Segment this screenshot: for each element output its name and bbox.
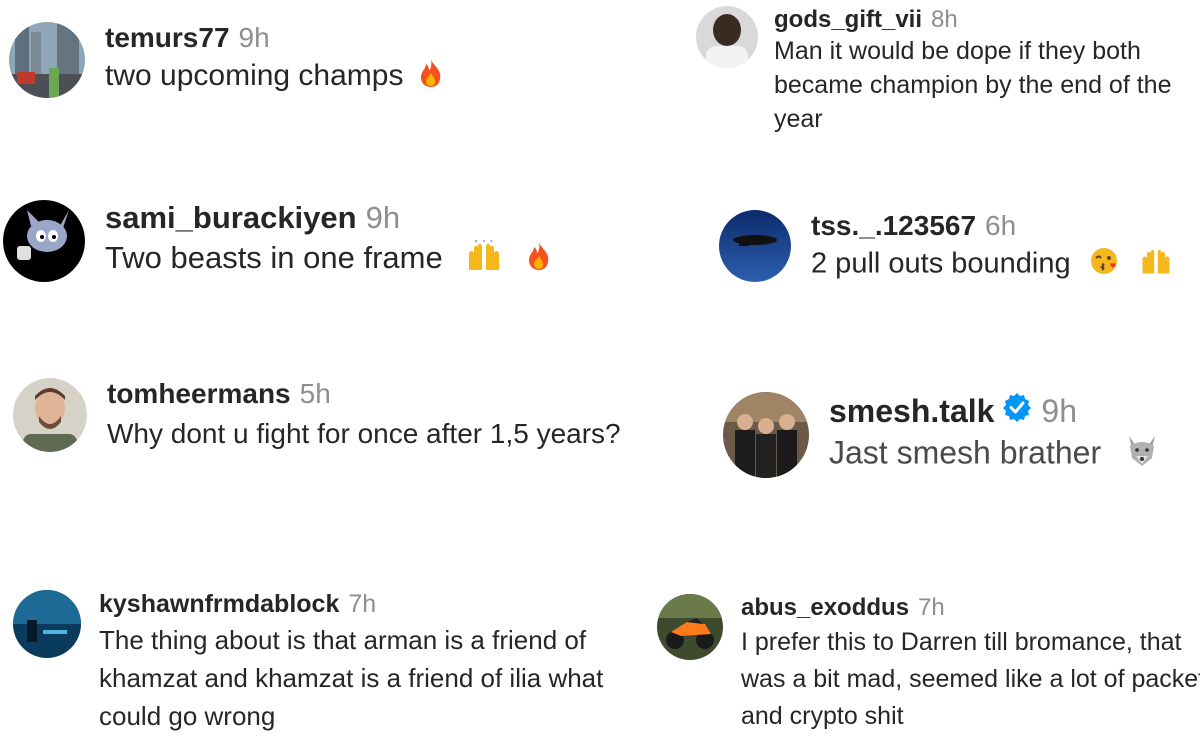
comment-text: The thing about is that arman is a frien… (99, 625, 604, 731)
comment-item: tss._.123567 6h 2 pull outs bounding (719, 210, 1173, 284)
username[interactable]: smesh.talk (829, 393, 994, 430)
wolf-emoji (1124, 434, 1160, 476)
avatar[interactable] (13, 378, 87, 452)
username[interactable]: abus_exoddus (741, 594, 909, 622)
username[interactable]: tomheermans (107, 378, 291, 410)
avatar[interactable] (657, 594, 723, 660)
username[interactable]: tss._.123567 (811, 210, 976, 242)
timestamp: 5h (299, 378, 331, 409)
raising-hands-emoji (465, 239, 503, 280)
comment-text: Two beasts in one frame (105, 240, 443, 276)
comment-item: abus_exoddus 7h I prefer this to Darren … (657, 594, 1200, 735)
timestamp: 9h (1041, 393, 1078, 429)
timestamp: 9h (238, 22, 270, 53)
timestamp: 9h (365, 200, 401, 235)
avatar[interactable] (3, 200, 85, 282)
timestamp: 7h (348, 590, 377, 618)
comment-text: Why dont u fight for once after 1,5 year… (107, 418, 621, 449)
comment-item: sami_burackiyen 9h Two beasts in one fra… (3, 200, 552, 282)
comment-item: kyshawnfrmdablock 7h The thing about is … (13, 590, 619, 735)
verified-badge-icon (1002, 392, 1032, 430)
comment-item: tomheermans 5h Why dont u fight for once… (13, 378, 647, 456)
kissing-face-emoji (1089, 246, 1119, 284)
comment-text: 2 pull outs bounding (811, 247, 1071, 280)
username[interactable]: sami_burackiyen (105, 200, 357, 236)
timestamp: 7h (918, 594, 945, 621)
comment-item: gods_gift_vii 8h Man it would be dope if… (696, 6, 1194, 136)
avatar[interactable] (9, 22, 85, 98)
username[interactable]: temurs77 (105, 22, 230, 54)
comment-item: temurs77 9h two upcoming champs (9, 22, 444, 98)
avatar[interactable] (723, 392, 809, 478)
raising-hands-emoji (1139, 246, 1173, 284)
avatar[interactable] (13, 590, 81, 658)
comment-text: Jast smesh brather (829, 434, 1102, 471)
username[interactable]: kyshawnfrmdablock (99, 590, 339, 619)
fire-emoji (418, 58, 444, 96)
fire-emoji (526, 240, 552, 280)
comment-text: I prefer this to Darren till bromance, t… (741, 628, 1200, 730)
username[interactable]: gods_gift_vii (774, 6, 922, 34)
timestamp: 6h (985, 210, 1017, 241)
comment-text: two upcoming champs (105, 58, 404, 92)
avatar[interactable] (696, 6, 758, 68)
comment-item: smesh.talk 9h Jast smesh brather (723, 392, 1160, 478)
avatar[interactable] (719, 210, 791, 282)
timestamp: 8h (931, 6, 958, 33)
comment-text: Man it would be dope if they both became… (774, 37, 1172, 133)
